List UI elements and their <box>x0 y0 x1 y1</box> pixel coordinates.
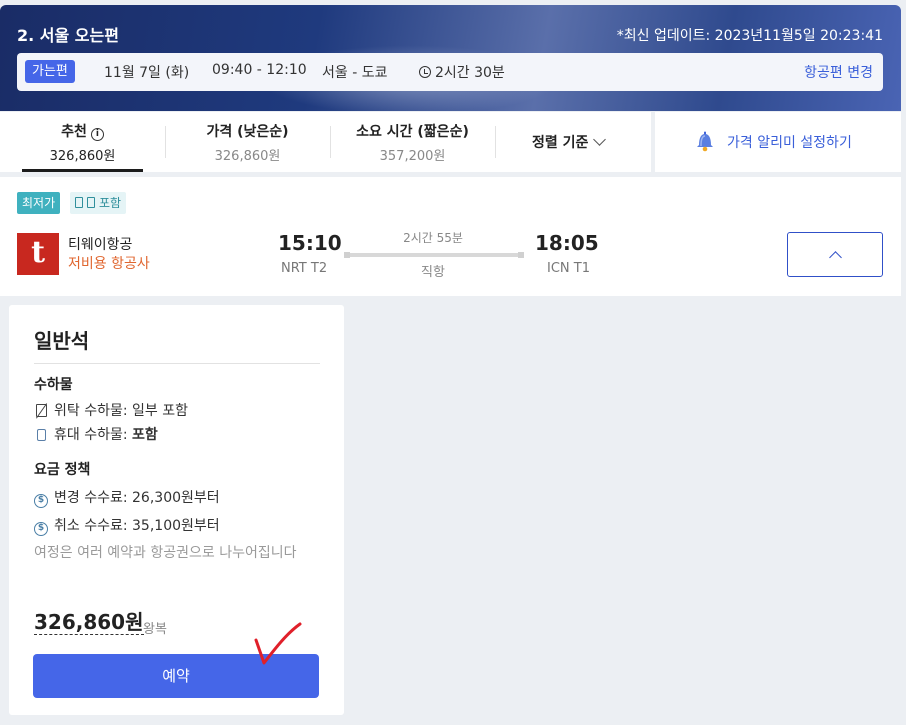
checked-bag-row: 위탁 수하물: 일부 포함 <box>34 400 188 420</box>
chevron-down-icon <box>593 133 607 146</box>
tab-price-low-price: 326,860원 <box>214 149 281 164</box>
flight-card: 최저가 포함 t 티웨이항공 저비용 항공사 15:10 NRT T2 2시간 … <box>0 177 901 296</box>
checked-bag-text: 위탁 수하물: 일부 포함 <box>54 403 188 419</box>
route-line <box>344 252 524 258</box>
carry-on-row: 휴대 수하물: 포함 <box>34 424 158 444</box>
bell-icon <box>697 131 713 152</box>
chevron-up-icon <box>829 251 842 264</box>
airline-type: 저비용 항공사 <box>68 256 150 272</box>
cancel-fee-text: 취소 수수료: 35,100원부터 <box>54 518 220 534</box>
last-update: *최신 업데이트: 2023년11월5일 20:23:41 <box>616 28 883 44</box>
divider <box>34 363 320 364</box>
outbound-time: 09:40 - 12:10 <box>212 62 307 78</box>
tab-duration-short[interactable]: 소요 시간 (짧은순) 357,200원 <box>330 112 495 172</box>
tab-recommended[interactable]: 추천 i 326,860원 <box>0 112 165 172</box>
carry-on-value: 포함 <box>132 427 158 443</box>
change-fee-row: $ 변경 수수료: 26,300원부터 <box>34 487 220 508</box>
no-checked-bag-icon <box>35 404 47 417</box>
flight-duration: 2시간 55분 <box>403 231 463 245</box>
baggage-included-badge: 포함 <box>70 192 127 214</box>
tab-price-low-label: 가격 (낮은순) <box>206 124 289 140</box>
outbound-date: 11월 7일 (화) <box>104 65 190 81</box>
cabin-class: 일반석 <box>34 329 90 353</box>
stops: 직항 <box>421 265 445 280</box>
carry-on-icon <box>87 197 95 208</box>
cancel-fee-row: $ 취소 수수료: 35,100원부터 <box>34 515 220 536</box>
info-icon[interactable]: i <box>90 128 104 141</box>
trip-type: 왕복 <box>143 622 167 637</box>
outbound-duration-wrap: 2시간 30분 <box>419 62 505 82</box>
change-fee-text: 변경 수수료: 26,300원부터 <box>54 490 220 506</box>
tab-duration-short-label: 소요 시간 (짧은순) <box>356 124 469 140</box>
outbound-badge: 가는편 <box>25 60 75 83</box>
tab-recommended-price: 326,860원 <box>49 149 116 164</box>
page-title: 2. 서울 오는편 <box>17 26 119 45</box>
total-price[interactable]: 326,860원 <box>34 610 144 635</box>
arrive-time: 18:05 <box>535 231 599 255</box>
itinerary-note: 여정은 여러 예약과 항공권으로 나누어집니다 <box>34 545 297 561</box>
dollar-icon: $ <box>34 522 48 536</box>
header-banner: 2. 서울 오는편 *최신 업데이트: 2023년11월5일 20:23:41 … <box>0 5 901 111</box>
outbound-route: 서울 - 도쿄 <box>322 65 388 81</box>
collapse-button[interactable] <box>787 232 883 277</box>
suitcase-icon <box>75 197 83 208</box>
outbound-duration: 2시간 30분 <box>435 65 505 81</box>
tab-recommended-label: 추천 <box>61 124 87 140</box>
airline-name: 티웨이항공 <box>68 237 133 253</box>
policy-heading: 요금 정책 <box>34 462 91 478</box>
checkmark-annotation <box>254 622 302 665</box>
carry-on-bag-icon <box>36 429 46 441</box>
outbound-summary: 가는편 11월 7일 (화) 09:40 - 12:10 서울 - 도쿄 2시간… <box>17 53 883 91</box>
tab-duration-short-price: 357,200원 <box>379 149 446 164</box>
clock-icon <box>419 66 431 78</box>
arrive-airport: ICN T1 <box>547 261 590 276</box>
divider <box>495 126 496 158</box>
sort-bar: 추천 i 326,860원 가격 (낮은순) 326,860원 소요 시간 (짧은… <box>0 112 651 172</box>
sort-dropdown-label: 정렬 기준 <box>532 135 589 151</box>
baggage-badge-label: 포함 <box>99 196 122 210</box>
baggage-heading: 수하물 <box>34 377 73 393</box>
tab-price-low[interactable]: 가격 (낮은순) 326,860원 <box>165 112 330 172</box>
change-flight-link[interactable]: 항공편 변경 <box>804 62 873 82</box>
price-alert-button[interactable]: 가격 알리미 설정하기 <box>655 112 901 172</box>
carry-on-label: 휴대 수하물: <box>54 427 133 443</box>
dollar-icon: $ <box>34 494 48 508</box>
depart-time: 15:10 <box>278 231 342 255</box>
depart-airport: NRT T2 <box>281 261 328 276</box>
airline-logo: t <box>17 233 59 275</box>
sort-dropdown[interactable]: 정렬 기준 <box>532 132 607 152</box>
price-alert-label: 가격 알리미 설정하기 <box>727 135 852 151</box>
lowest-price-badge: 최저가 <box>17 192 61 214</box>
